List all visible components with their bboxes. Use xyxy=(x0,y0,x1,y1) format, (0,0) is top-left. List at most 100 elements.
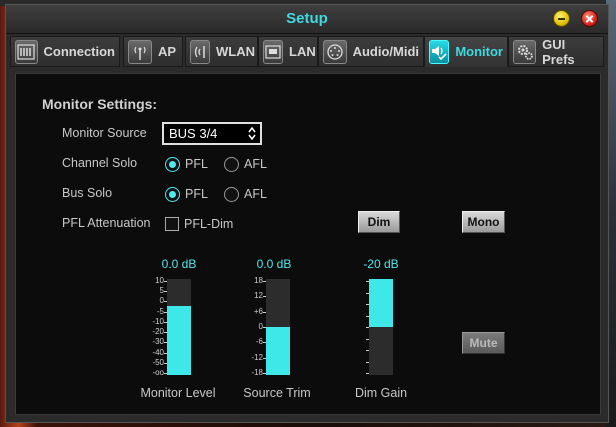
setup-window: Setup Connection AP WLAN LAN Audio/Midi … xyxy=(5,4,609,423)
tab-monitor[interactable]: Monitor xyxy=(424,36,508,67)
pfl-dim-label: PFL-Dim xyxy=(184,217,234,231)
tab-gui-prefs[interactable]: GUI Prefs xyxy=(508,36,604,67)
scale-tick-label: 18 xyxy=(254,276,263,285)
midi-icon xyxy=(323,39,347,64)
dim-gain-value: -20 dB xyxy=(363,257,399,271)
scale-tick xyxy=(263,281,266,282)
tab-label: Audio/Midi xyxy=(352,44,419,59)
scale-tick-label: 0 xyxy=(258,322,263,331)
scale-tick xyxy=(366,373,369,374)
tab-audio-midi[interactable]: Audio/Midi xyxy=(318,36,424,67)
minimize-button[interactable] xyxy=(553,10,570,27)
scale-tick xyxy=(164,311,167,313)
tab-label: AP xyxy=(158,44,177,59)
mute-button[interactable]: Mute xyxy=(462,332,505,354)
window-title: Setup xyxy=(286,10,328,27)
scale-tick xyxy=(164,362,167,364)
monitor-source-value: BUS 3/4 xyxy=(169,126,218,141)
bus-solo-pfl-label: PFL xyxy=(185,187,208,201)
tab-label: Connection xyxy=(43,44,116,59)
scale-tick-label: -5 xyxy=(156,306,164,316)
dim-gain-slider[interactable] xyxy=(369,279,393,375)
scale-tick xyxy=(263,311,266,313)
scale-tick xyxy=(366,361,369,363)
source-trim-value: 0.0 dB xyxy=(256,257,292,271)
scale-tick xyxy=(366,350,369,351)
scale-tick-label: -30 xyxy=(152,337,164,347)
scale-tick xyxy=(263,327,266,328)
channel-solo-label: Channel Solo xyxy=(62,156,138,170)
monitor-level-fill xyxy=(167,305,191,375)
bus-solo-pfl-radio[interactable] xyxy=(165,187,180,202)
bus-solo-afl-label: AFL xyxy=(244,187,267,201)
dim-gain-label: Dim Gain xyxy=(354,386,408,400)
scale-tick xyxy=(263,373,266,374)
tab-lan[interactable]: LAN xyxy=(258,36,318,67)
scale-tick-label: 12 xyxy=(254,291,263,301)
scale-tick xyxy=(164,281,167,282)
scale-tick-label: -20 xyxy=(152,327,164,337)
dim-button[interactable]: Dim xyxy=(358,211,400,233)
section-title: Monitor Settings: xyxy=(42,96,158,112)
source-trim-slider[interactable] xyxy=(266,279,290,375)
tab-label: GUI Prefs xyxy=(542,36,575,67)
scale-tick-label: -50 xyxy=(152,357,164,367)
tab-label: WLAN xyxy=(216,44,255,59)
bus-solo-label: Bus Solo xyxy=(62,186,113,200)
source-trim-label: Source Trim xyxy=(243,386,311,400)
pfl-attenuation-label: PFL Attenuation xyxy=(62,216,151,230)
speaker-check-icon xyxy=(429,39,450,64)
ethernet-icon xyxy=(263,39,283,64)
channel-solo-afl-label: AFL xyxy=(244,157,267,171)
tab-label: LAN xyxy=(289,44,316,59)
monitor-source-select[interactable]: BUS 3/4 xyxy=(162,122,262,145)
scale-tick xyxy=(366,327,369,328)
scale-tick-label: 10 xyxy=(155,276,164,285)
wifi-icon xyxy=(190,39,210,64)
monitor-settings-panel: Monitor Settings: Monitor Source BUS 3/4… xyxy=(15,73,601,415)
titlebar[interactable]: Setup xyxy=(6,5,608,34)
scale-tick-label: -10 xyxy=(152,316,164,326)
monitor-source-label: Monitor Source xyxy=(62,126,147,140)
monitor-level-slider[interactable] xyxy=(167,279,191,375)
monitor-level-label: Monitor Level xyxy=(140,386,216,400)
scale-tick-label: +6 xyxy=(253,306,263,316)
pfl-dim-checkbox[interactable] xyxy=(165,217,179,231)
scale-tick-label: -12 xyxy=(251,352,263,362)
close-button[interactable] xyxy=(581,10,598,27)
scale-tick xyxy=(263,357,266,359)
bus-solo-afl-radio[interactable] xyxy=(224,187,239,202)
scale-tick xyxy=(164,321,167,323)
gears-icon xyxy=(513,39,537,64)
scale-tick xyxy=(164,352,167,354)
scale-tick xyxy=(164,291,167,293)
tab-bar: Connection AP WLAN LAN Audio/Midi Monito… xyxy=(6,34,608,69)
scale-tick-label: -18 xyxy=(251,368,263,377)
scale-tick xyxy=(366,304,369,305)
scale-tick-label: -6 xyxy=(255,337,263,347)
antenna-icon xyxy=(128,39,152,64)
channel-solo-pfl-label: PFL xyxy=(185,157,208,171)
scale-tick-label: -oo xyxy=(152,368,164,377)
scale-tick xyxy=(164,301,167,303)
tab-label: Monitor xyxy=(455,44,503,59)
scale-tick xyxy=(164,332,167,334)
scale-tick xyxy=(366,338,369,340)
tab-wlan[interactable]: WLAN xyxy=(185,36,258,67)
scale-tick xyxy=(263,296,266,298)
scale-tick-label: 0 xyxy=(159,296,164,306)
channel-solo-pfl-radio[interactable] xyxy=(165,157,180,172)
scale-tick-label: 5 xyxy=(159,286,164,296)
mono-button[interactable]: Mono xyxy=(462,211,505,233)
dim-gain-fill xyxy=(369,279,393,327)
updown-arrow-icon xyxy=(248,126,256,141)
monitor-level-value: 0.0 dB xyxy=(161,257,197,271)
channel-solo-afl-radio[interactable] xyxy=(224,157,239,172)
tab-connection[interactable]: Connection xyxy=(10,36,120,67)
scale-tick-label: -40 xyxy=(152,347,164,357)
scale-tick xyxy=(366,281,369,282)
tab-ap[interactable]: AP xyxy=(123,36,183,67)
scale-tick xyxy=(366,292,369,294)
scale-tick xyxy=(263,342,266,344)
scale-tick xyxy=(366,315,369,317)
